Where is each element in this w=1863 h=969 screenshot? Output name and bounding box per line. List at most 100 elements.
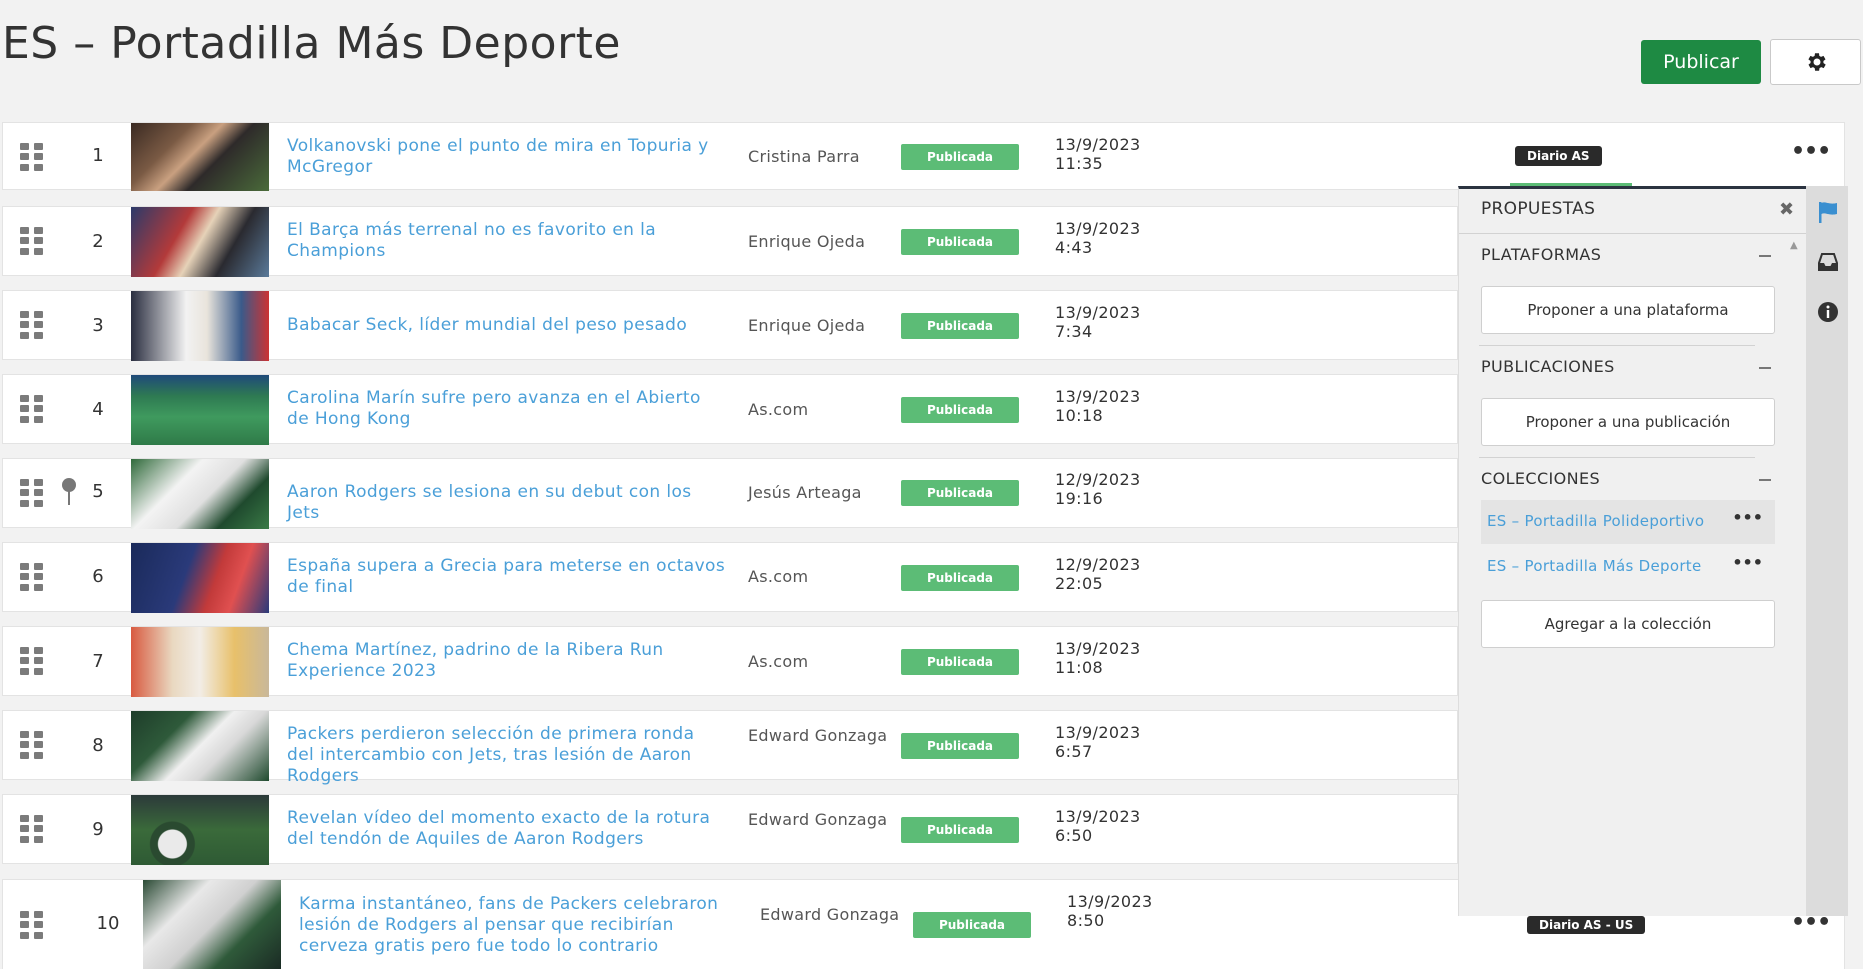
article-date: 13/9/2023 6:57: [1055, 723, 1141, 761]
collections-section-label: COLECCIONES: [1481, 469, 1601, 488]
row-index: 3: [92, 315, 104, 336]
row-index: 1: [92, 145, 104, 166]
status-badge: Publicada: [901, 480, 1019, 506]
drag-handle-icon[interactable]: [20, 311, 44, 339]
status-badge: Publicada: [901, 229, 1019, 255]
collection-item[interactable]: ES – Portadilla Polideportivo •••: [1481, 500, 1775, 544]
article-author: Enrique Ojeda: [748, 232, 866, 251]
article-title-link[interactable]: Chema Martínez, padrino de la Ribera Run…: [287, 640, 727, 682]
article-title-link[interactable]: Karma instantáneo, fans de Packers celeb…: [299, 894, 739, 957]
article-row[interactable]: 5 Aaron Rodgers se lesiona en su debut c…: [2, 458, 1458, 529]
article-row[interactable]: 6 España supera a Grecia para meterse en…: [2, 542, 1458, 613]
status-badge: Publicada: [901, 649, 1019, 675]
status-badge: Publicada: [901, 733, 1019, 759]
article-row[interactable]: 9 Revelan vídeo del momento exacto de la…: [2, 794, 1458, 865]
propose-publication-button[interactable]: Proponer a una publicación: [1481, 398, 1775, 446]
publish-button[interactable]: Publicar: [1641, 40, 1761, 84]
article-author: Edward Gonzaga: [748, 810, 888, 829]
divider: [1479, 345, 1755, 346]
article-thumbnail: [131, 459, 269, 529]
article-author: Jesús Arteaga: [748, 483, 862, 502]
article-title-link[interactable]: Volkanovski pone el punto de mira en Top…: [287, 136, 727, 178]
collection-item[interactable]: ES – Portadilla Más Deporte •••: [1481, 545, 1775, 589]
drag-handle-icon[interactable]: [20, 479, 44, 507]
status-badge: Publicada: [913, 912, 1031, 938]
article-thumbnail: [131, 795, 269, 865]
close-icon[interactable]: ✖: [1779, 199, 1794, 220]
article-date: 13/9/2023 10:18: [1055, 387, 1141, 425]
article-row[interactable]: 2 El Barça más terrenal no es favorito e…: [2, 206, 1458, 277]
collection-more-icon[interactable]: •••: [1732, 553, 1763, 572]
row-index: 2: [92, 231, 104, 252]
drag-handle-icon[interactable]: [20, 911, 44, 939]
row-index: 9: [92, 819, 104, 840]
article-thumbnail: [143, 880, 281, 969]
article-title-link[interactable]: El Barça más terrenal no es favorito en …: [287, 220, 727, 262]
propose-platform-button[interactable]: Proponer a una plataforma: [1481, 286, 1775, 334]
page-title: ES – Portadilla Más Deporte: [2, 18, 621, 69]
scroll-up-icon[interactable]: ▲: [1790, 240, 1798, 251]
proposals-panel: PROPUESTAS ✖ PLATAFORMAS Proponer a una …: [1458, 186, 1807, 916]
article-author: Edward Gonzaga: [760, 905, 900, 924]
article-title-link[interactable]: Babacar Seck, líder mundial del peso pes…: [287, 315, 727, 336]
drag-handle-icon[interactable]: [20, 143, 44, 171]
collapse-icon[interactable]: [1759, 255, 1771, 257]
collapse-icon[interactable]: [1759, 367, 1771, 369]
status-badge: Publicada: [901, 144, 1019, 170]
row-more-icon[interactable]: •••: [1791, 139, 1831, 164]
drag-handle-icon[interactable]: [20, 815, 44, 843]
article-thumbnail: [131, 123, 269, 191]
article-date: 13/9/2023 11:35: [1055, 135, 1141, 173]
add-to-collection-button[interactable]: Agregar a la colección: [1481, 600, 1775, 648]
article-title-link[interactable]: Revelan vídeo del momento exacto de la r…: [287, 808, 727, 850]
divider: [1479, 457, 1755, 458]
collection-label: ES – Portadilla Más Deporte: [1487, 557, 1702, 575]
article-date: 13/9/2023 6:50: [1055, 807, 1141, 845]
row-index: 8: [92, 735, 104, 756]
drag-handle-icon[interactable]: [20, 395, 44, 423]
article-thumbnail: [131, 711, 269, 781]
panel-icon-rail: [1806, 186, 1848, 916]
flag-icon[interactable]: [1816, 200, 1840, 224]
article-date: 13/9/2023 8:50: [1067, 892, 1153, 930]
article-thumbnail: [131, 543, 269, 613]
article-date: 12/9/2023 19:16: [1055, 470, 1141, 508]
collapse-icon[interactable]: [1759, 479, 1771, 481]
article-title-link[interactable]: Carolina Marín sufre pero avanza en el A…: [287, 388, 727, 430]
article-row[interactable]: 1 Volkanovski pone el punto de mira en T…: [2, 122, 1845, 191]
collection-label: ES – Portadilla Polideportivo: [1487, 512, 1705, 530]
article-title-link[interactable]: Aaron Rodgers se lesiona en su debut con…: [287, 482, 727, 524]
article-author: As.com: [748, 567, 809, 586]
platform-badge: Diario AS: [1515, 146, 1602, 166]
info-icon[interactable]: [1816, 300, 1840, 324]
article-author: Cristina Parra: [748, 147, 860, 166]
drag-handle-icon[interactable]: [20, 227, 44, 255]
article-row[interactable]: 7 Chema Martínez, padrino de la Ribera R…: [2, 626, 1458, 697]
article-author: Enrique Ojeda: [748, 316, 866, 335]
article-title-link[interactable]: Packers perdieron selección de primera r…: [287, 724, 727, 787]
article-thumbnail: [131, 627, 269, 697]
article-author: As.com: [748, 652, 809, 671]
gear-icon: [1807, 53, 1826, 71]
article-row[interactable]: 4 Carolina Marín sufre pero avanza en el…: [2, 374, 1458, 445]
article-date: 12/9/2023 22:05: [1055, 555, 1141, 593]
status-badge: Publicada: [901, 313, 1019, 339]
article-date: 13/9/2023 7:34: [1055, 303, 1141, 341]
platform-badge: Diario AS - US: [1527, 916, 1646, 934]
row-index: 5: [92, 481, 104, 502]
drag-handle-icon[interactable]: [20, 563, 44, 591]
drag-handle-icon[interactable]: [20, 647, 44, 675]
status-badge: Publicada: [901, 397, 1019, 423]
settings-button[interactable]: [1770, 39, 1861, 85]
inbox-icon[interactable]: [1816, 250, 1840, 274]
row-index: 7: [92, 651, 104, 672]
pin-icon[interactable]: [60, 477, 78, 507]
status-badge: Publicada: [901, 817, 1019, 843]
article-author: Edward Gonzaga: [748, 726, 888, 745]
drag-handle-icon[interactable]: [20, 731, 44, 759]
article-thumbnail: [131, 207, 269, 277]
collection-more-icon[interactable]: •••: [1732, 508, 1763, 527]
article-row[interactable]: 3 Babacar Seck, líder mundial del peso p…: [2, 290, 1458, 361]
article-title-link[interactable]: España supera a Grecia para meterse en o…: [287, 556, 727, 598]
article-row[interactable]: 8 Packers perdieron selección de primera…: [2, 710, 1458, 786]
